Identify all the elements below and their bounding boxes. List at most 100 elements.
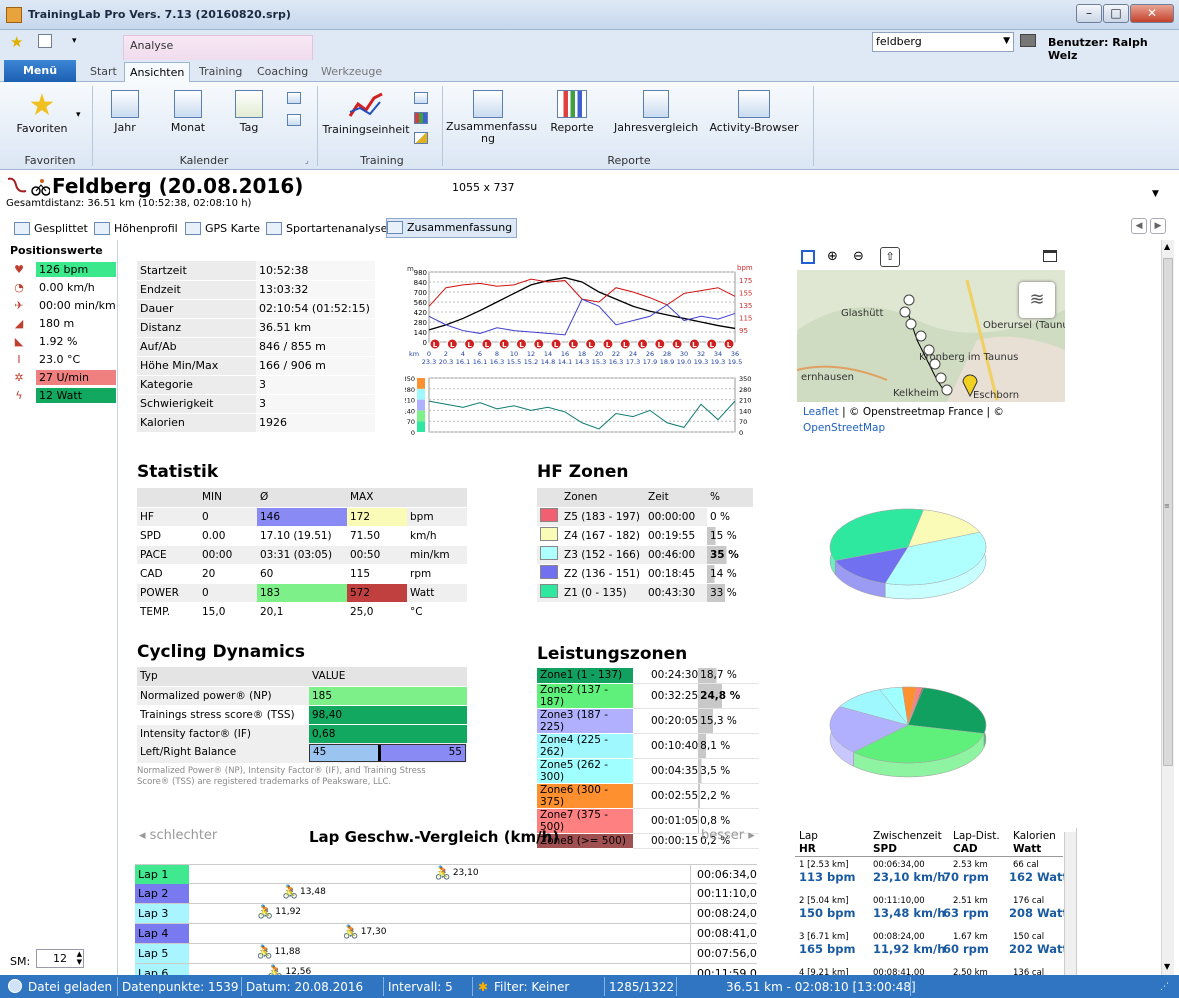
tag-button[interactable]: Tag <box>229 90 269 134</box>
statistik-table: MIN Ø MAX HF 0 146 172 bpm SPD 0.00 17.10 (19.51) 7… <box>137 488 467 622</box>
chevron-down-icon[interactable]: ▼ <box>1003 36 1010 46</box>
cycling-row: Trainings stress score® (TSS) 98,40 <box>137 705 467 725</box>
maximize-map-icon[interactable] <box>1043 250 1057 262</box>
y-tick-label: 210 <box>405 397 415 405</box>
position-value: 27 U/min <box>36 370 116 385</box>
lap-detail-dist: 1.67 km <box>953 932 988 942</box>
maximize-button[interactable]: □ <box>1103 4 1129 23</box>
statistik-row: PACE 00:00 03:31 (03:05) 00:50 min/km <box>137 545 467 565</box>
statistik-cell: 71.50 <box>347 526 407 546</box>
north-arrow-icon[interactable]: ⇧ <box>880 247 900 267</box>
ruler-icon[interactable] <box>414 132 428 144</box>
layers-icon[interactable]: ≋ <box>1019 282 1055 318</box>
lap-detail-watt: 208 Watt <box>1009 906 1069 920</box>
zoom-in-icon[interactable]: ⊕ <box>827 249 838 264</box>
lap-row[interactable]: Lap 2 🚴13,48 00:11:10,00 <box>135 884 757 904</box>
dialog-launcher-icon[interactable]: ⌟ <box>305 156 309 165</box>
scroll-thumb[interactable] <box>1163 258 1173 766</box>
scroll-up-icon[interactable]: ▲ <box>1164 242 1170 251</box>
leistung-time: 00:24:30 <box>633 668 699 684</box>
tab-hoehenprofil[interactable]: Höhenprofil <box>94 220 178 238</box>
tab-start[interactable]: Start <box>85 62 122 82</box>
leistung-percent: 3,5 % <box>698 758 759 784</box>
leistung-table: Zone1 (1 - 137) 00:24:30 18,7 % Zone2 (137 … <box>537 668 759 849</box>
list-view-icon[interactable] <box>287 92 301 104</box>
tab-scroll-right[interactable]: ▶ <box>1150 218 1166 234</box>
balance-row: Left/Right Balance 45 55 <box>137 743 467 763</box>
filter-icon[interactable]: ✱ <box>478 979 488 995</box>
statistik-cell: rpm <box>407 564 467 584</box>
jahr-button[interactable]: Jahr <box>104 90 146 134</box>
bar-chart-icon[interactable] <box>414 112 428 124</box>
y-right-tick-label: 280 <box>739 386 751 394</box>
lap-detail-scrollbar[interactable] <box>1064 832 1076 975</box>
lap-speed: 12,56 <box>285 967 312 975</box>
lap-detail-watt: 202 Watt <box>1009 942 1069 956</box>
week-view-icon[interactable] <box>287 114 301 126</box>
y-tick-label: 700 <box>414 289 427 297</box>
position-row: ◢ 180 m <box>10 316 116 332</box>
lap-detail-header-sub: HR <box>799 843 816 855</box>
heart-icon: ♥ <box>14 263 24 276</box>
elevation-profile-icon <box>94 222 110 235</box>
status-filter[interactable]: Filter: Keiner <box>494 979 569 995</box>
leistung-percent: 24,8 % <box>698 683 759 709</box>
sm-spinner[interactable]: 12 ▲ ▼ <box>36 949 84 968</box>
main-scrollbar[interactable]: ▲ ≡ ▼ <box>1161 240 1174 975</box>
favorite-star-icon[interactable]: ★ <box>10 33 23 51</box>
tab-gesplittet[interactable]: Gesplittet <box>14 220 88 238</box>
leaflet-link[interactable]: Leaflet <box>803 406 839 418</box>
fit-bounds-icon[interactable] <box>801 250 815 264</box>
position-row: ϟ 12 Watt <box>10 388 116 404</box>
lap-detail-cad: 70 rpm <box>943 870 989 884</box>
lap-row[interactable]: Lap 4 🚴17,30 00:08:41,00 <box>135 924 757 944</box>
summary-value: 10:52:38 <box>256 261 375 281</box>
statistik-cell: 0 <box>199 583 257 603</box>
favoriten-button[interactable]: ★ Favoriten <box>12 90 72 136</box>
summary-row: Höhe Min/Max 166 / 906 m <box>137 356 375 376</box>
preview-icon[interactable] <box>38 34 52 48</box>
summary-key: Kategorie <box>137 375 256 395</box>
export-icon[interactable] <box>414 92 428 104</box>
lap-name: Lap 5 <box>135 944 189 963</box>
scroll-down-icon[interactable]: ▼ <box>1164 962 1170 971</box>
lap-row[interactable]: Lap 6 🚴12,56 00:11:59,00 <box>135 964 757 975</box>
resize-grip-icon[interactable]: ⋰ <box>1160 979 1169 995</box>
user-icon[interactable] <box>1020 34 1036 47</box>
trainingseinheit-button[interactable]: Trainingseinheit <box>322 90 410 136</box>
hfzonen-row: Z3 (152 - 166) 00:46:00 35 % <box>537 545 753 565</box>
calendar-day-icon <box>235 90 263 118</box>
status-globe-icon <box>8 979 22 993</box>
tab-werkzeuge[interactable]: Werkzeuge <box>316 62 387 82</box>
tab-training[interactable]: Training <box>194 62 247 82</box>
tab-scroll-left[interactable]: ◀ <box>1131 218 1147 234</box>
header-dropdown-icon[interactable]: ▼ <box>1152 189 1159 199</box>
jahresvergleich-button[interactable]: Jahresvergleich <box>614 90 698 134</box>
analysis-icon <box>266 222 282 235</box>
minimize-button[interactable]: – <box>1076 4 1102 23</box>
app-icon[interactable] <box>6 7 22 23</box>
favoriten-dropdown-icon[interactable]: ▾ <box>76 110 81 120</box>
close-button[interactable]: ✕ <box>1130 4 1174 23</box>
lap-row[interactable]: Lap 5 🚴11,88 00:07:56,00 <box>135 944 757 964</box>
menu-button[interactable]: Menü <box>4 60 76 82</box>
zoom-out-icon[interactable]: ⊖ <box>853 249 864 264</box>
map-canvas[interactable]: ernhausen Glashütt Oberursel (Taunus) Kr… <box>797 270 1065 402</box>
activity-browser-button[interactable]: Activity-Browser <box>708 90 800 134</box>
osm-link[interactable]: OpenStreetMap <box>803 422 885 434</box>
tab-ansichten[interactable]: Ansichten <box>124 62 191 82</box>
lap-detail-spd: 13,48 km/h <box>873 906 946 920</box>
monat-button[interactable]: Monat <box>166 90 210 134</box>
zusammenfassung-button[interactable]: Zusammenfassu ng <box>446 90 537 145</box>
lap-row[interactable]: Lap 1 🚴23,10 00:06:34,00 <box>135 864 757 884</box>
search-combo[interactable]: feldberg ▼ <box>872 32 1014 52</box>
qat-dropdown-icon[interactable]: ▾ <box>72 36 77 46</box>
tab-zusammenfassung[interactable]: Zusammenfassung <box>386 218 518 238</box>
document-header: Feldberg (20.08.2016) Gesamtdistanz: 36.… <box>0 171 1179 216</box>
tab-gps-karte[interactable]: GPS Karte <box>185 220 260 238</box>
spinner-arrows-icon[interactable]: ▲ ▼ <box>77 950 82 966</box>
reporte-button[interactable]: Reporte <box>546 90 598 134</box>
tab-sportartenanalyse[interactable]: Sportartenanalyse <box>266 220 387 238</box>
lap-row[interactable]: Lap 3 🚴11,92 00:08:24,00 <box>135 904 757 924</box>
tab-coaching[interactable]: Coaching <box>252 62 313 82</box>
